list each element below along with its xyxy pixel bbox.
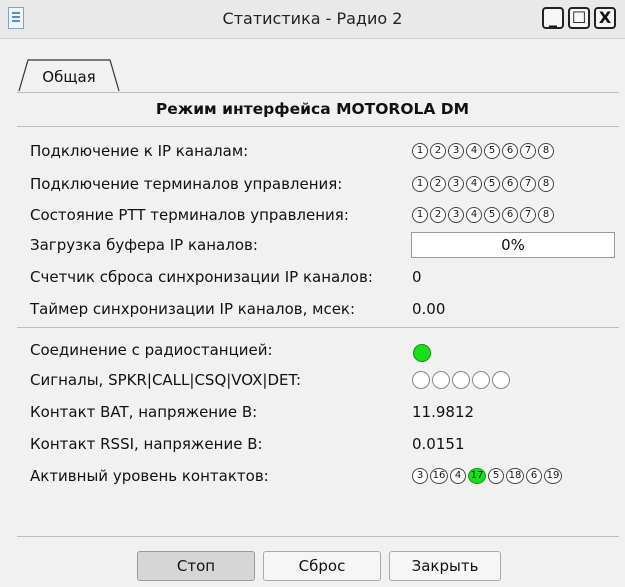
ip-channels-label: Подключение к IP каналам: [30, 142, 249, 160]
maximize-button[interactable]: ☐ [568, 7, 590, 29]
indicator-circle: 5 [484, 176, 500, 192]
window-title: Статистика - Радио 2 [222, 9, 403, 28]
indicator-circle: 8 [538, 176, 554, 192]
indicator-circle: 2 [430, 176, 446, 192]
indicator-circle: 6 [502, 176, 518, 192]
indicator-circle: 5 [484, 207, 500, 223]
indicator-circle: 19 [544, 468, 562, 484]
divider [17, 536, 619, 537]
control-terminals-indicators: 12345678 [412, 176, 556, 192]
indicator-circle: 2 [430, 143, 446, 159]
indicator-circle: 18 [506, 468, 524, 484]
indicator-circle: 2 [430, 207, 446, 223]
close-button[interactable]: Закрыть [389, 551, 501, 581]
radio-connection-label: Соединение с радиостанцией: [30, 341, 273, 359]
sync-timer-value: 0.00 [412, 300, 446, 318]
sync-timer-label: Таймер синхронизации IP каналов, мсек: [30, 300, 356, 318]
ptt-state-indicators: 12345678 [412, 207, 556, 223]
statistics-window: Статистика - Радио 2 _ ☐ X Общая Режим и… [0, 0, 625, 587]
ptt-state-label: Состояние PTT терминалов управления: [30, 206, 349, 224]
indicator-circle: 1 [412, 143, 428, 159]
active-level-label: Активный уровень контактов: [30, 467, 269, 485]
indicator-circle: 4 [466, 176, 482, 192]
ip-channels-indicators: 12345678 [412, 143, 556, 159]
rssi-contact-value: 0.0151 [412, 435, 465, 453]
control-terminals-label: Подключение терминалов управления: [30, 175, 343, 193]
close-window-button[interactable]: X [594, 7, 616, 29]
minimize-button[interactable]: _ [542, 7, 564, 29]
signal-indicator [492, 371, 510, 389]
radio-connection-led [413, 344, 431, 362]
indicator-circle: 3 [448, 207, 464, 223]
sync-reset-value: 0 [412, 268, 422, 286]
indicator-circle: 5 [484, 143, 500, 159]
signal-indicator [412, 371, 430, 389]
indicator-circle: 1 [412, 207, 428, 223]
buffer-load-label: Загрузка буфера IP каналов: [30, 236, 258, 254]
signal-indicator [452, 371, 470, 389]
divider [17, 327, 619, 328]
section-title: Режим интерфейса MOTOROLA DM [155, 100, 470, 118]
indicator-circle: 3 [448, 176, 464, 192]
indicator-circle: 16 [430, 468, 448, 484]
indicator-circle: 17 [468, 468, 486, 484]
bat-contact-value: 11.9812 [412, 403, 475, 421]
indicator-circle: 7 [520, 143, 536, 159]
indicator-circle: 1 [412, 176, 428, 192]
indicator-circle: 6 [502, 207, 518, 223]
title-bar: Статистика - Радио 2 _ ☐ X [0, 0, 625, 39]
sync-reset-label: Счетчик сброса синхронизации IP каналов: [30, 268, 373, 286]
indicator-circle: 6 [502, 143, 518, 159]
tab-general-label: Общая [42, 68, 96, 86]
indicator-circle: 6 [526, 468, 542, 484]
divider [17, 126, 619, 127]
indicator-circle: 5 [488, 468, 504, 484]
stop-button[interactable]: Стоп [137, 551, 255, 581]
indicator-circle: 4 [466, 143, 482, 159]
indicator-circle: 8 [538, 143, 554, 159]
buffer-load-value: 0% [501, 236, 525, 254]
indicator-circle: 8 [538, 207, 554, 223]
indicator-circle: 3 [448, 143, 464, 159]
buffer-load-progress: 0% [411, 232, 615, 258]
signal-indicator [432, 371, 450, 389]
indicator-circle: 7 [520, 207, 536, 223]
signal-indicator [472, 371, 490, 389]
rssi-contact-label: Контакт RSSI, напряжение В: [30, 435, 263, 453]
indicator-circle: 7 [520, 176, 536, 192]
reset-button[interactable]: Сброс [263, 551, 381, 581]
signals-indicators [412, 371, 512, 389]
indicator-circle: 3 [412, 468, 428, 484]
indicator-circle: 4 [450, 468, 466, 484]
signals-label: Сигналы, SPKR|CALL|CSQ|VOX|DET: [30, 371, 302, 389]
indicator-circle: 4 [466, 207, 482, 223]
active-level-indicators: 3 16 4 17 5 18 6 19 [412, 468, 564, 484]
bat-contact-label: Контакт BAT, напряжение В: [30, 403, 258, 421]
tab-general[interactable]: Общая [18, 58, 120, 92]
tab-panel-top-border [17, 92, 619, 93]
